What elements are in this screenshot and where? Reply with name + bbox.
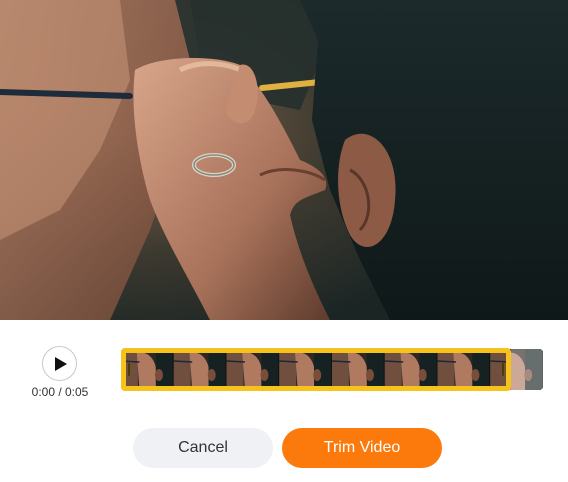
trim-video-button[interactable]: Trim Video bbox=[282, 428, 442, 468]
trim-selection[interactable] bbox=[121, 348, 511, 391]
video-frame-image bbox=[0, 0, 568, 320]
unselected-range-overlay bbox=[511, 349, 543, 390]
cancel-button[interactable]: Cancel bbox=[133, 428, 273, 468]
play-button[interactable] bbox=[42, 346, 77, 381]
time-display: 0:00 / 0:05 bbox=[31, 385, 89, 399]
trim-start-handle[interactable] bbox=[128, 363, 130, 376]
play-icon bbox=[55, 356, 67, 371]
video-preview[interactable] bbox=[0, 0, 568, 320]
trim-end-handle[interactable] bbox=[502, 363, 504, 376]
